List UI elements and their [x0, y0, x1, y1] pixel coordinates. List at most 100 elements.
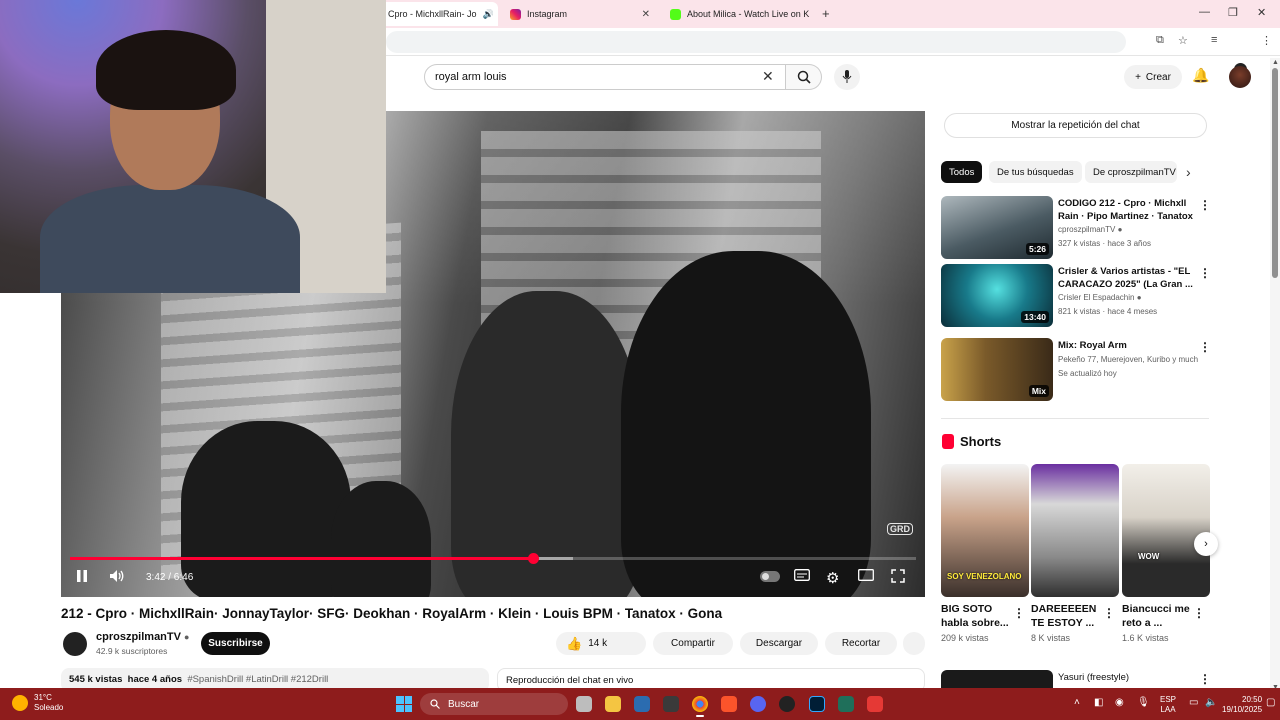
short-thumbnail[interactable]: WOW	[1122, 464, 1210, 597]
recommendation-meta: 327 k vistas · hace 3 años	[1058, 239, 1151, 248]
video-thumbnail[interactable]: 13:40	[941, 264, 1053, 327]
chip-from-channel[interactable]: De cproszpilmanTV	[1085, 161, 1177, 183]
subscribe-button[interactable]: Suscribirse	[201, 632, 270, 655]
tray-app-icon[interactable]: ◧	[1094, 697, 1103, 708]
progress-bar[interactable]	[70, 553, 916, 564]
chrome-icon[interactable]	[692, 696, 708, 717]
obs-icon[interactable]	[779, 696, 795, 712]
microphone-icon[interactable]: 🎙	[1137, 697, 1150, 708]
media-control-icon[interactable]: ≡	[1211, 34, 1217, 46]
more-options-icon[interactable]: ⋮	[1199, 672, 1211, 686]
theater-mode-button[interactable]	[858, 569, 874, 581]
recommendation-item[interactable]: 5:26 CODIGO 212 - Cpro · Michxll Rain · …	[941, 196, 1211, 260]
more-options-icon[interactable]: ⋮	[1199, 340, 1211, 354]
start-button[interactable]	[396, 696, 412, 712]
restore-icon[interactable]: ❐	[1228, 6, 1238, 19]
channel-avatar[interactable]	[63, 632, 87, 656]
short-title[interactable]: DAREEEEEN TE ESTOY ...	[1031, 602, 1103, 630]
more-options-icon[interactable]: ⋮	[1103, 606, 1115, 620]
recommendation-title[interactable]: Mix: Royal Arm	[1058, 339, 1193, 352]
shorts-next-button[interactable]: ›	[1194, 532, 1218, 556]
chevron-up-icon[interactable]: ˄	[1074, 697, 1080, 708]
search-button[interactable]	[786, 64, 822, 90]
recommendation-item[interactable]: Mix Mix: Royal Arm Pekeño 77, Muerejoven…	[941, 338, 1211, 402]
user-avatar[interactable]	[1229, 66, 1251, 88]
new-tab-icon[interactable]: +	[822, 6, 830, 21]
bookmark-star-icon[interactable]: ☆	[1178, 34, 1188, 47]
more-options-icon[interactable]: ⋮	[1199, 266, 1211, 280]
chip-from-searches[interactable]: De tus búsquedas	[989, 161, 1082, 183]
network-icon[interactable]: ▭	[1189, 697, 1198, 708]
duration-badge: 5:26	[1025, 243, 1049, 255]
short-title[interactable]: BIG SOTO habla sobre...	[941, 602, 1013, 630]
recommendation-item[interactable]: Yasuri (freestyle) ⋮	[941, 670, 1211, 688]
more-options-icon[interactable]: ⋮	[1013, 606, 1025, 620]
system-clock[interactable]: 20:50 19/10/2025	[1222, 695, 1262, 715]
brave-icon[interactable]	[721, 696, 737, 712]
weather-widget[interactable]: 31°C Soleado	[12, 693, 63, 713]
create-button[interactable]: + Crear	[1124, 65, 1182, 89]
taskbar-search-placeholder: Buscar	[448, 698, 480, 710]
menu-dots-icon[interactable]: ⋮	[1261, 34, 1272, 47]
recommendation-title[interactable]: CODIGO 212 - Cpro · Michxll Rain · Pipo …	[1058, 197, 1193, 223]
more-options-icon[interactable]: ⋮	[1199, 198, 1211, 212]
tab-kick[interactable]: About Milica - Watch Live on K ✕	[662, 2, 812, 26]
volume-icon[interactable]: 🔈	[1205, 697, 1217, 708]
like-button[interactable]: 👍 14 k	[556, 632, 646, 655]
recommendation-title[interactable]: Crisler & Varios artistas - "EL CARACAZO…	[1058, 265, 1193, 291]
tray-app-icon[interactable]: ◉	[1115, 697, 1124, 708]
recommendation-title[interactable]: Yasuri (freestyle)	[1058, 671, 1193, 684]
more-actions-button[interactable]	[903, 632, 925, 655]
app-icon[interactable]	[663, 696, 679, 712]
app-icon[interactable]	[867, 696, 883, 712]
short-thumbnail[interactable]: SOY VENEZOLANO	[941, 464, 1029, 597]
duration-badge: 13:40	[1021, 311, 1049, 323]
mix-thumbnail[interactable]: Mix	[941, 338, 1053, 401]
photoshop-icon[interactable]	[809, 696, 825, 712]
taskbar-search[interactable]: Buscar	[420, 693, 568, 715]
volume-button[interactable]	[109, 569, 125, 583]
video-thumbnail[interactable]: 5:26	[941, 196, 1053, 259]
pause-button[interactable]	[75, 569, 89, 583]
subtitles-button[interactable]	[794, 569, 810, 581]
video-thumbnail[interactable]	[941, 670, 1053, 688]
more-options-icon[interactable]: ⋮	[1193, 606, 1205, 620]
tab-youtube[interactable]: Cpro - MichxllRain- Jo 🔊 ✕	[380, 2, 498, 26]
close-window-icon[interactable]: ✕	[1257, 6, 1266, 19]
cast-icon[interactable]: ⧉	[1156, 34, 1164, 47]
show-chat-replay-button[interactable]: Mostrar la repetición del chat	[944, 113, 1207, 138]
app-icon[interactable]	[838, 696, 854, 712]
minimize-icon[interactable]: —	[1199, 6, 1210, 18]
language-indicator[interactable]: ESP LAA	[1160, 695, 1176, 715]
search-input[interactable]: royal arm louis	[424, 64, 786, 90]
short-title[interactable]: Biancucci me reto a ...	[1122, 602, 1194, 630]
close-tab-icon[interactable]: ✕	[642, 9, 650, 20]
discord-icon[interactable]	[750, 696, 766, 712]
chip-all[interactable]: Todos	[941, 161, 983, 183]
notifications-bell-icon[interactable]: 🔔	[1192, 67, 1209, 84]
autoplay-toggle[interactable]	[760, 571, 780, 582]
share-button[interactable]: Compartir	[653, 632, 733, 655]
settings-button[interactable]: ⚙	[826, 569, 839, 587]
notification-icon[interactable]: ▢	[1266, 697, 1275, 708]
address-field[interactable]	[386, 31, 1126, 53]
file-explorer-icon[interactable]	[605, 696, 621, 712]
clear-search-icon[interactable]: ✕	[762, 68, 774, 85]
store-icon[interactable]	[634, 696, 650, 712]
task-view-icon[interactable]	[576, 696, 592, 712]
channel-name[interactable]: cproszpilmanTV ●	[96, 631, 189, 643]
scrollbar-thumb[interactable]	[1272, 68, 1278, 278]
fullscreen-button[interactable]	[891, 569, 905, 583]
chevron-right-icon[interactable]: ›	[1186, 164, 1191, 180]
scroll-up-icon[interactable]: ▲	[1272, 59, 1279, 66]
recommendation-channel-text: Crisler El Espadachin	[1058, 293, 1135, 302]
recommendation-item[interactable]: 13:40 Crisler & Varios artistas - "EL CA…	[941, 264, 1211, 328]
download-button[interactable]: Descargar	[740, 632, 818, 655]
tab-instagram[interactable]: Instagram ✕	[502, 2, 658, 26]
clip-button[interactable]: Recortar	[825, 632, 897, 655]
progress-scrubber[interactable]	[527, 553, 539, 564]
voice-search-button[interactable]	[834, 64, 860, 90]
page-scrollbar[interactable]: ▲ ▼	[1270, 58, 1280, 692]
short-thumbnail[interactable]	[1031, 464, 1119, 597]
hashtags[interactable]: #SpanishDrill #LatinDrill #212Drill	[187, 674, 328, 685]
